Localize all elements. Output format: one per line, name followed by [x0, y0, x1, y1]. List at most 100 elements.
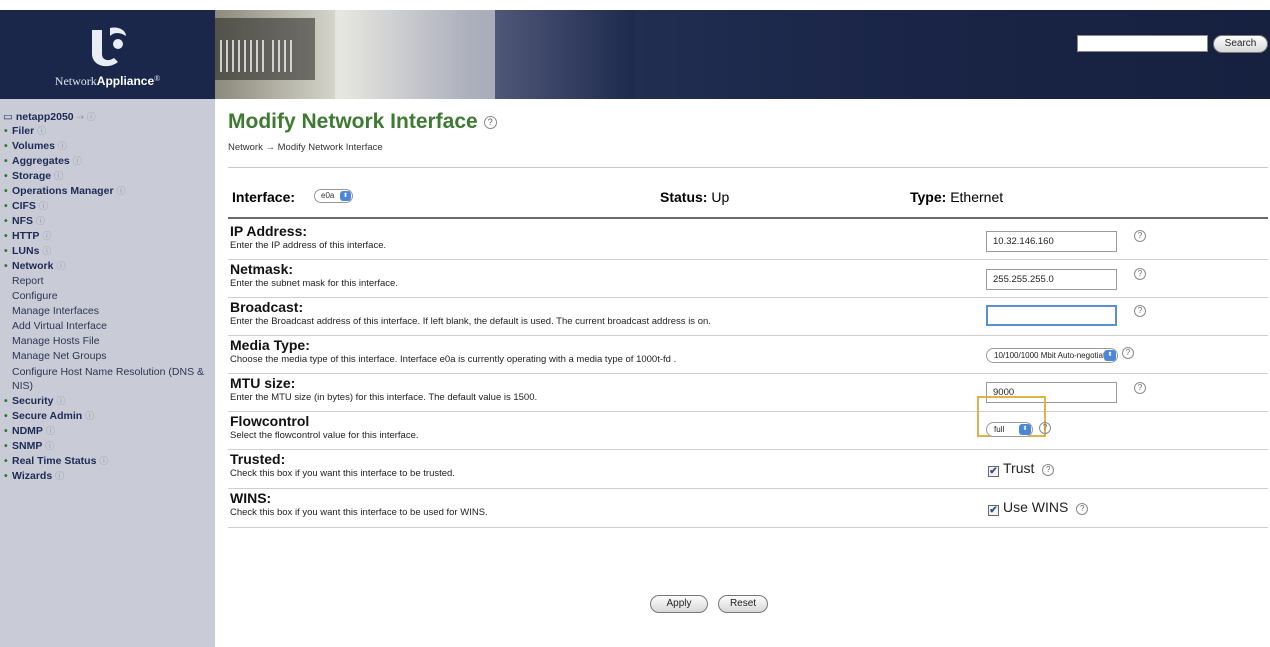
help-icon[interactable]: ⓘ [37, 126, 46, 136]
sidebar-item-label: Network [12, 260, 54, 272]
sidebar-root[interactable]: ▭ netapp2050 ⇢ ⓘ [3, 110, 96, 123]
mtu-row: MTU size: Enter the MTU size (in bytes) … [228, 375, 1268, 412]
help-icon[interactable]: ⓘ [58, 141, 67, 151]
help-icon[interactable]: ? [1134, 230, 1146, 242]
help-icon[interactable]: ? [483, 116, 497, 129]
help-icon[interactable]: ? [1076, 503, 1089, 515]
sidebar: ▭ netapp2050 ⇢ ⓘ • Filer ⓘ • Volumes ⓘ • Aggreg… [0, 99, 215, 647]
sidebar-item-configure[interactable]: Configure [0, 289, 215, 304]
help-icon[interactable]: ⓘ [39, 201, 48, 211]
sidebar-item-label: LUNs [12, 245, 40, 257]
bullet-icon: • [4, 440, 8, 452]
interface-select[interactable]: e0a ⬍ [314, 189, 353, 203]
sidebar-item-label: Volumes [12, 140, 55, 152]
help-icon[interactable]: ⓘ [99, 456, 108, 466]
sidebar-item-wizards[interactable]: • Wizards ⓘ [0, 469, 215, 484]
sidebar-item-filer[interactable]: • Filer ⓘ [0, 124, 215, 139]
trusted-title: Trusted: [230, 451, 286, 467]
help-icon[interactable]: ⓘ [85, 411, 94, 421]
netmask-input[interactable]: 255.255.255.0 [986, 269, 1117, 290]
ip-address-input[interactable]: 10.32.146.160 [986, 231, 1117, 252]
select-arrows-icon: ⬍ [1019, 424, 1031, 435]
ip-address-row: IP Address: Enter the IP address of this… [228, 223, 1268, 260]
sidebar-item-storage[interactable]: • Storage ⓘ [0, 169, 215, 184]
reset-button[interactable]: Reset [718, 595, 768, 613]
help-icon[interactable]: ⓘ [42, 231, 51, 241]
media-type-row: Media Type: Choose the media type of thi… [228, 337, 1268, 374]
trust-checkbox[interactable]: ✔ [988, 466, 999, 477]
trusted-desc: Check this box if you want this interfac… [230, 468, 455, 479]
sidebar-item-http[interactable]: • HTTP ⓘ [0, 229, 215, 244]
flowcontrol-select[interactable]: full ⬍ [986, 422, 1033, 437]
page-title: Modify Network Interface? [228, 110, 497, 134]
sidebar-item-label: Wizards [12, 470, 53, 482]
header-banner: NetworkAppliance® Search [0, 10, 1270, 99]
wins-checkbox[interactable]: ✔ [988, 505, 999, 516]
broadcast-row: Broadcast: Enter the Broadcast address o… [228, 299, 1268, 336]
help-icon[interactable]: ⓘ [56, 396, 65, 406]
sidebar-item-aggregates[interactable]: • Aggregates ⓘ [0, 154, 215, 169]
top-strip [0, 0, 1270, 10]
sidebar-item-snmp[interactable]: • SNMP ⓘ [0, 439, 215, 454]
bullet-icon: • [4, 245, 8, 257]
sidebar-item-configure-host-name-resolution-dns-nis[interactable]: Configure Host Name Resolution (DNS & NI… [0, 364, 215, 394]
help-icon[interactable]: ? [1134, 382, 1146, 394]
help-icon[interactable]: ? [1122, 347, 1134, 359]
bullet-icon: • [4, 410, 8, 422]
help-icon[interactable]: ? [1042, 464, 1055, 476]
sidebar-item-manage-hosts-file[interactable]: Manage Hosts File [0, 334, 215, 349]
broadcast-input[interactable] [986, 305, 1117, 326]
sidebar-item-luns[interactable]: • LUNs ⓘ [0, 244, 215, 259]
help-icon[interactable]: ⓘ [117, 186, 126, 196]
sidebar-item-volumes[interactable]: • Volumes ⓘ [0, 139, 215, 154]
help-icon[interactable]: ? [1134, 305, 1146, 317]
bullet-icon: • [4, 455, 8, 467]
sidebar-item-ndmp[interactable]: • NDMP ⓘ [0, 424, 215, 439]
sidebar-item-security[interactable]: • Security ⓘ [0, 394, 215, 409]
help-icon[interactable]: ? [1134, 268, 1146, 280]
search-button[interactable]: Search [1213, 35, 1268, 53]
sidebar-item-label: HTTP [12, 230, 40, 242]
sidebar-item-nfs[interactable]: • NFS ⓘ [0, 214, 215, 229]
help-icon[interactable]: ⓘ [36, 216, 45, 226]
flowcontrol-desc: Select the flowcontrol value for this in… [230, 430, 419, 441]
help-icon[interactable]: ⓘ [46, 426, 55, 436]
sidebar-item-add-virtual-interface[interactable]: Add Virtual Interface [0, 319, 215, 334]
sidebar-item-manage-net-groups[interactable]: Manage Net Groups [0, 349, 215, 364]
select-arrows-icon: ⬍ [340, 191, 351, 201]
bullet-icon: • [4, 230, 8, 242]
help-icon[interactable]: ⓘ [54, 171, 63, 181]
divider-thick [228, 217, 1268, 219]
trust-checkbox-wrap: ✔ Trust ? [988, 460, 1055, 477]
help-icon[interactable]: ? [1039, 422, 1051, 434]
sidebar-item-real-time-status[interactable]: • Real Time Status ⓘ [0, 454, 215, 469]
sidebar-item-cifs[interactable]: • CIFS ⓘ [0, 199, 215, 214]
search-input[interactable] [1077, 35, 1208, 52]
sidebar-item-label: CIFS [12, 200, 36, 212]
logo[interactable]: NetworkAppliance® [0, 10, 215, 99]
help-icon[interactable]: ⓘ [73, 156, 82, 166]
help-icon[interactable]: ⓘ [45, 441, 54, 451]
interface-label: Interface: [232, 189, 296, 205]
bullet-icon: • [4, 260, 8, 272]
sidebar-item-manage-interfaces[interactable]: Manage Interfaces [0, 304, 215, 319]
help-icon[interactable]: ⓘ [55, 471, 64, 481]
sidebar-item-operations-manager[interactable]: • Operations Manager ⓘ [0, 184, 215, 199]
help-icon[interactable]: ⓘ [42, 246, 51, 256]
broadcast-desc: Enter the Broadcast address of this inte… [230, 316, 711, 327]
media-type-select[interactable]: 10/100/1000 Mbit Auto-negotiate ⬍ [986, 348, 1118, 363]
wins-row: WINS: Check this box if you want this in… [228, 490, 1268, 528]
bullet-icon: • [4, 395, 8, 407]
sidebar-item-secure-admin[interactable]: • Secure Admin ⓘ [0, 409, 215, 424]
divider [228, 167, 1268, 168]
media-type-title: Media Type: [230, 337, 310, 353]
trusted-row: Trusted: Check this box if you want this… [228, 451, 1268, 489]
flowcontrol-title: Flowcontrol [230, 413, 310, 429]
sidebar-item-network[interactable]: • Network ⓘ [0, 259, 215, 274]
type-display: Type: Ethernet [910, 189, 1004, 205]
sidebar-item-report[interactable]: Report [0, 274, 215, 289]
help-icon[interactable]: ⓘ [56, 261, 65, 271]
mtu-desc: Enter the MTU size (in bytes) for this i… [230, 392, 538, 403]
apply-button[interactable]: Apply [650, 595, 708, 613]
ip-address-title: IP Address: [230, 223, 308, 239]
